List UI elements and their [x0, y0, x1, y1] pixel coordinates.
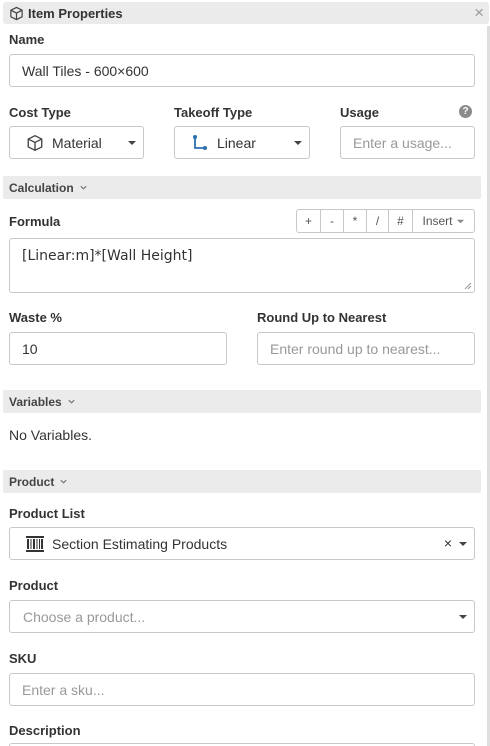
formula-value: [Linear:m]*[Wall Height]	[22, 248, 193, 264]
waste-label: Waste %	[9, 310, 62, 325]
formula-label: Formula	[9, 214, 61, 229]
product-list-select[interactable]: Section Estimating Products ×	[9, 527, 475, 560]
minus-button[interactable]: -	[321, 210, 344, 232]
usage-input[interactable]: Enter a usage...	[340, 126, 475, 159]
divide-button[interactable]: /	[367, 210, 389, 232]
takeoff-type-select[interactable]: Linear	[174, 126, 310, 159]
panel-title: Item Properties	[28, 5, 123, 21]
caret-down-icon	[456, 219, 464, 223]
product-list-label: Product List	[9, 506, 85, 521]
variables-section-header[interactable]: Variables	[3, 390, 481, 413]
round-input[interactable]: Enter round up to nearest...	[257, 332, 475, 365]
product-section-label: Product	[9, 474, 55, 489]
round-label: Round Up to Nearest	[257, 310, 387, 325]
name-label: Name	[9, 32, 45, 47]
hash-button[interactable]: #	[389, 210, 413, 232]
formula-toolbar: + - * / # Insert	[296, 209, 475, 233]
waste-input[interactable]: 10	[9, 332, 227, 365]
cost-type-value: Material	[52, 134, 102, 151]
multiply-button[interactable]: *	[344, 210, 367, 232]
chevron-down-icon	[68, 399, 75, 404]
calculation-section-header[interactable]: Calculation	[3, 176, 481, 199]
chevron-down-icon	[80, 185, 87, 190]
description-label: Description	[9, 723, 81, 738]
usage-label: Usage	[340, 105, 380, 120]
cube-icon	[27, 134, 43, 151]
chevron-down-icon	[459, 615, 467, 619]
insert-dropdown-button[interactable]: Insert	[413, 210, 474, 232]
no-variables-text: No Variables.	[9, 427, 93, 443]
help-icon[interactable]: ?	[459, 105, 472, 118]
product-label: Product	[9, 578, 59, 593]
chevron-down-icon	[128, 141, 136, 145]
name-input[interactable]: Wall Tiles - 600×600	[9, 54, 475, 87]
product-section-header[interactable]: Product	[3, 470, 481, 493]
sku-input[interactable]: Enter a sku...	[9, 673, 475, 706]
takeoff-type-label: Takeoff Type	[174, 105, 253, 120]
product-placeholder: Choose a product...	[23, 608, 146, 625]
product-select[interactable]: Choose a product...	[9, 600, 475, 633]
insert-label: Insert	[422, 214, 453, 228]
cube-icon	[10, 6, 23, 20]
product-list-value: Section Estimating Products	[52, 535, 228, 552]
resize-handle-icon[interactable]	[464, 282, 472, 290]
sku-label: SKU	[9, 651, 37, 666]
chevron-down-icon	[60, 479, 67, 484]
linear-path-icon	[193, 134, 207, 150]
item-properties-panel: Item Properties × Name Wall Tiles - 600×…	[0, 0, 490, 746]
close-icon[interactable]: ×	[474, 4, 484, 22]
cost-type-label: Cost Type	[9, 105, 71, 120]
takeoff-type-value: Linear	[217, 134, 256, 151]
chevron-down-icon	[294, 141, 302, 145]
variables-section-label: Variables	[9, 394, 62, 409]
calculation-section-label: Calculation	[9, 180, 74, 195]
plus-button[interactable]: +	[297, 210, 321, 232]
barcode-icon	[26, 535, 44, 552]
cost-type-select[interactable]: Material	[9, 126, 144, 159]
panel-header: Item Properties ×	[3, 2, 489, 24]
chevron-down-icon	[459, 542, 467, 546]
formula-textarea[interactable]: [Linear:m]*[Wall Height]	[9, 238, 475, 293]
clear-icon[interactable]: ×	[444, 535, 452, 551]
